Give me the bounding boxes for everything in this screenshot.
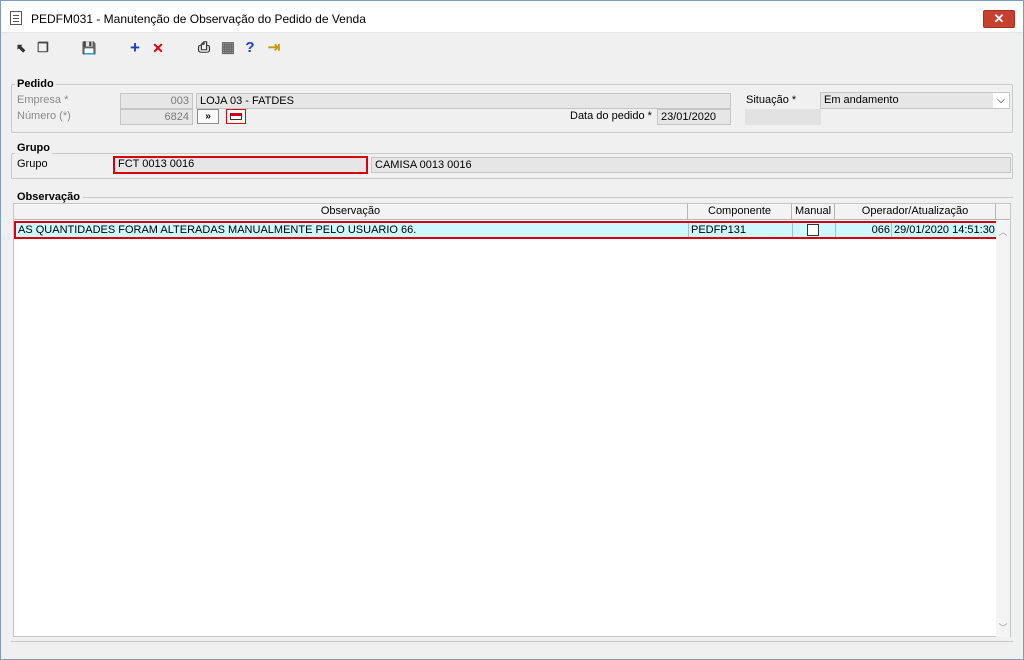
chevron-down-icon: ⌵ xyxy=(993,93,1009,108)
grupo-field-label: Grupo xyxy=(17,158,48,170)
scroll-up-icon[interactable]: ︿ xyxy=(998,227,1008,237)
window-title: PEDFM031 - Manutenção de Observação do P… xyxy=(31,12,366,26)
delete-icon[interactable]: ✕ xyxy=(150,40,166,56)
data-pedido-label: Data do pedido * xyxy=(570,110,652,122)
calendar-icon xyxy=(230,113,242,120)
column-header-observacao[interactable]: Observação xyxy=(14,204,688,220)
close-button[interactable]: ✕ xyxy=(983,10,1015,28)
manual-checkbox[interactable] xyxy=(807,224,819,236)
calendar-button[interactable] xyxy=(226,109,246,124)
column-header-manual[interactable]: Manual xyxy=(792,204,835,220)
situacao-indicator xyxy=(745,109,821,125)
grupo-description-field: CAMISA 0013 0016 xyxy=(371,157,1011,173)
scroll-down-icon[interactable]: ﹀ xyxy=(998,623,1008,633)
situacao-label: Situação * xyxy=(746,94,797,106)
column-header-filler xyxy=(996,204,1010,220)
add-icon[interactable]: + xyxy=(127,39,143,56)
empresa-label: Empresa * xyxy=(17,94,69,106)
grupo-code-field[interactable]: FCT 0013 0016 xyxy=(113,156,368,174)
first-record-icon[interactable]: ⬉ xyxy=(13,40,29,56)
operador-cell: 066 xyxy=(836,223,892,237)
title-bar: PEDFM031 - Manutenção de Observação do P… xyxy=(1,1,1023,33)
atualizacao-cell: 29/01/2020 14:51:30 xyxy=(894,224,995,236)
document-icon xyxy=(10,11,22,25)
column-header-componente[interactable]: Componente xyxy=(688,204,792,220)
main-window: PEDFM031 - Manutenção de Observação do P… xyxy=(0,0,1024,660)
empresa-code-field[interactable]: 003 xyxy=(120,93,193,109)
pedido-section-label: Pedido xyxy=(15,78,56,90)
column-header-operador[interactable]: Operador/Atualização xyxy=(835,204,996,220)
observacao-grid: Observação Componente Manual Operador/At… xyxy=(13,203,1011,637)
vertical-scrollbar[interactable]: ︿ ﹀ xyxy=(996,221,1010,637)
next-order-button[interactable]: » xyxy=(197,109,219,124)
save-icon[interactable]: 💾 xyxy=(81,40,97,56)
observacao-cell: AS QUANTIDADES FORAM ALTERADAS MANUALMEN… xyxy=(18,223,689,237)
table-row[interactable]: AS QUANTIDADES FORAM ALTERADAS MANUALMEN… xyxy=(14,221,998,239)
data-pedido-field[interactable]: 23/01/2020 xyxy=(657,109,731,125)
toolbar: ⬉ ❐ 💾 + ✕ ⎙ ▦ ? ⇥ xyxy=(1,34,1023,62)
copy-icon[interactable]: ❐ xyxy=(35,40,51,56)
status-divider xyxy=(11,641,1013,653)
observacao-section-label: Observação xyxy=(15,191,82,203)
manual-cell xyxy=(793,223,836,237)
grid-icon[interactable]: ▦ xyxy=(220,40,236,56)
observacao-divider xyxy=(83,197,1013,198)
numero-field[interactable]: 6824 xyxy=(120,109,193,125)
grupo-section-label: Grupo xyxy=(15,142,52,154)
print-icon[interactable]: ⎙ xyxy=(196,40,212,56)
help-icon[interactable]: ? xyxy=(242,40,258,56)
componente-cell: PEDFP131 xyxy=(689,223,793,237)
situacao-value: Em andamento xyxy=(824,94,899,106)
empresa-name-field: LOJA 03 - FATDES xyxy=(196,93,731,109)
situacao-select[interactable]: Em andamento ⌵ xyxy=(820,92,1010,109)
numero-label: Número (*) xyxy=(17,110,71,122)
exit-icon[interactable]: ⇥ xyxy=(266,40,282,56)
